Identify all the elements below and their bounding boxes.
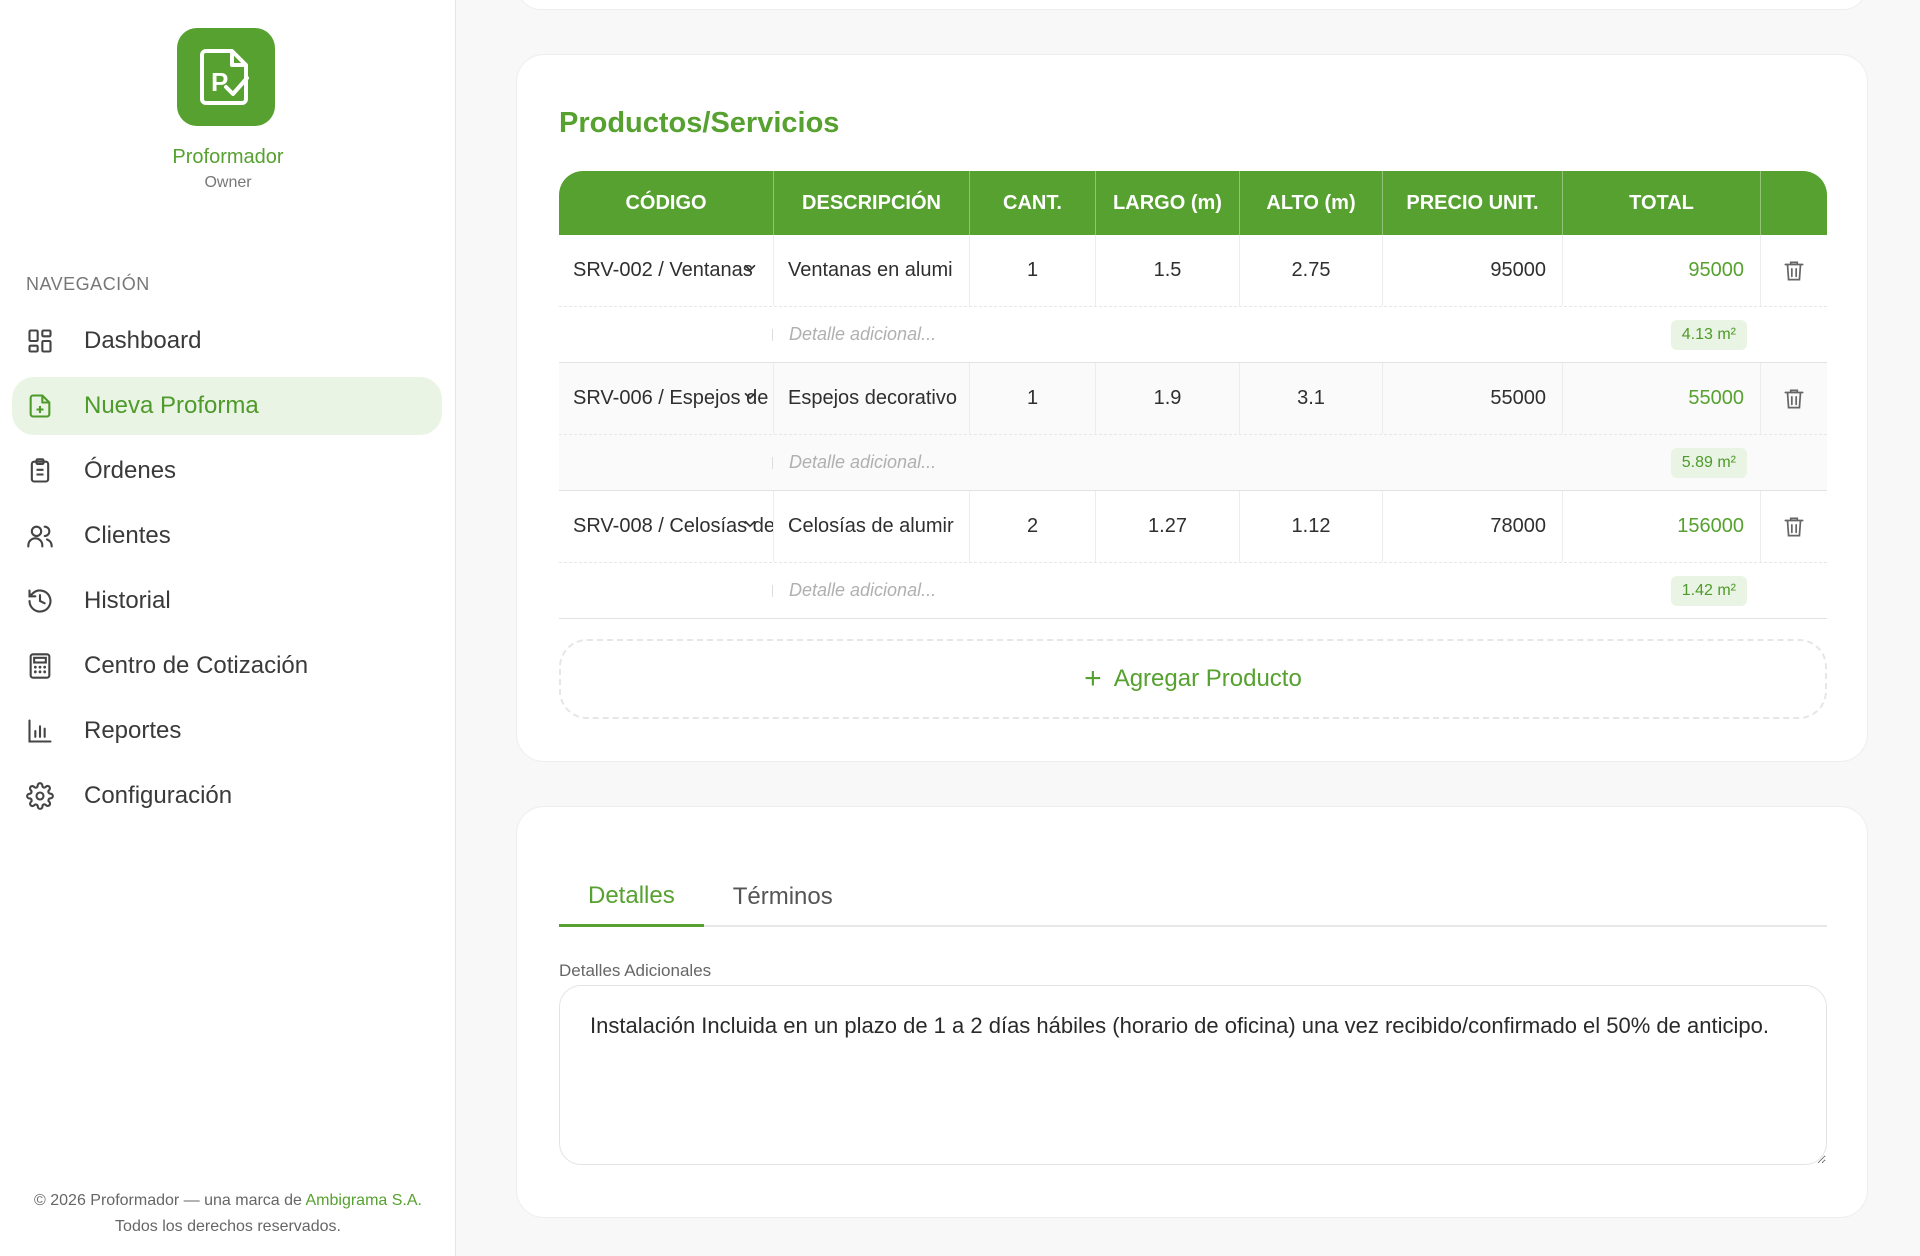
chevron-down-icon xyxy=(744,264,756,272)
sidebar-item-label: Nueva Proforma xyxy=(84,392,259,419)
length-input[interactable]: 1.9 xyxy=(1096,363,1240,434)
table-header: CÓDIGO DESCRIPCIÓN CANT. LARGO (m) ALTO … xyxy=(559,171,1827,235)
sidebar-item-label: Reportes xyxy=(84,717,182,744)
sidebar-item-centro-cotizacion[interactable]: Centro de Cotización xyxy=(12,637,442,695)
tab-terminos[interactable]: Términos xyxy=(704,867,862,927)
column-header-codigo: CÓDIGO xyxy=(559,171,774,235)
file-plus-icon xyxy=(26,392,54,420)
unit-price-input[interactable]: 95000 xyxy=(1383,235,1563,306)
products-table: CÓDIGO DESCRIPCIÓN CANT. LARGO (m) ALTO … xyxy=(559,171,1827,619)
nav-heading: NAVEGACIÓN xyxy=(26,274,150,294)
row-detail: Detalle adicional... 1.42 m² xyxy=(559,563,1827,619)
sidebar-item-label: Centro de Cotización xyxy=(84,652,309,679)
tab-detalles[interactable]: Detalles xyxy=(559,867,704,927)
column-header-cantidad: CANT. xyxy=(970,171,1096,235)
description-input[interactable]: Ventanas en alumi xyxy=(774,235,970,306)
sidebar-item-configuracion[interactable]: Configuración xyxy=(12,767,442,825)
details-card: Detalles Términos Detalles Adicionales I… xyxy=(516,806,1868,1218)
code-select[interactable]: SRV-006 / Espejos de xyxy=(559,363,774,434)
sidebar-item-label: Historial xyxy=(84,587,171,614)
chevron-down-icon xyxy=(744,520,756,528)
brand-name: Proformador xyxy=(172,146,284,168)
products-card: Productos/Servicios CÓDIGO DESCRIPCIÓN C… xyxy=(516,54,1868,762)
row-total: 55000 xyxy=(1563,363,1761,434)
row-detail: Detalle adicional... 5.89 m² xyxy=(559,435,1827,491)
add-product-button[interactable]: + Agregar Producto xyxy=(559,639,1827,719)
sidebar-item-label: Dashboard xyxy=(84,327,202,354)
detail-input[interactable]: Detalle adicional... xyxy=(789,324,936,345)
code-select[interactable]: SRV-008 / Celosías de xyxy=(559,491,774,562)
sidebar-item-nueva-proforma[interactable]: Nueva Proforma xyxy=(12,377,442,435)
add-product-label: Agregar Producto xyxy=(1113,665,1302,692)
detail-input[interactable]: Detalle adicional... xyxy=(789,580,936,601)
quantity-input[interactable]: 1 xyxy=(970,363,1096,434)
details-tabs: Detalles Términos xyxy=(559,867,1827,927)
detail-input[interactable]: Detalle adicional... xyxy=(789,452,936,473)
length-input[interactable]: 1.5 xyxy=(1096,235,1240,306)
code-select[interactable]: SRV-002 / Ventanas xyxy=(559,235,774,306)
logo-letter: P xyxy=(211,67,228,97)
delete-row-button[interactable] xyxy=(1761,235,1827,306)
footer-copyright: © 2026 Proformador — una marca de Ambigr… xyxy=(34,1192,422,1235)
area-badge: 1.42 m² xyxy=(1670,575,1747,606)
column-header-precio: PRECIO UNIT. xyxy=(1383,171,1563,235)
height-input[interactable]: 1.12 xyxy=(1240,491,1383,562)
quantity-input[interactable]: 2 xyxy=(970,491,1096,562)
delete-row-button[interactable] xyxy=(1761,363,1827,434)
gear-icon xyxy=(26,782,54,810)
calculator-icon xyxy=(26,652,54,680)
previous-card xyxy=(516,0,1868,10)
details-textarea[interactable]: Instalación Incluida en un plazo de 1 a … xyxy=(559,985,1827,1165)
dashboard-icon xyxy=(26,327,54,355)
section-title: Productos/Servicios xyxy=(559,107,840,139)
description-input[interactable]: Espejos decorativo xyxy=(774,363,970,434)
column-header-alto: ALTO (m) xyxy=(1240,171,1383,235)
row-total: 156000 xyxy=(1563,491,1761,562)
quantity-input[interactable]: 1 xyxy=(970,235,1096,306)
row-detail: Detalle adicional... 4.13 m² xyxy=(559,307,1827,363)
table-row: SRV-002 / Ventanas Ventanas en alumi 1 1… xyxy=(559,235,1827,307)
column-header-total: TOTAL xyxy=(1563,171,1761,235)
area-badge: 4.13 m² xyxy=(1670,319,1747,350)
sidebar-item-ordenes[interactable]: Órdenes xyxy=(12,442,442,500)
unit-price-input[interactable]: 78000 xyxy=(1383,491,1563,562)
trash-icon xyxy=(1784,260,1804,281)
company-link[interactable]: Ambigrama S.A. xyxy=(306,1192,422,1209)
app-logo[interactable]: P xyxy=(177,28,275,126)
column-header-descripcion: DESCRIPCIÓN xyxy=(774,171,970,235)
sidebar-item-dashboard[interactable]: Dashboard xyxy=(12,312,442,370)
clipboard-icon xyxy=(26,457,54,485)
sidebar-item-label: Clientes xyxy=(84,522,171,549)
column-header-largo: LARGO (m) xyxy=(1096,171,1240,235)
chevron-down-icon xyxy=(744,392,756,400)
history-icon xyxy=(26,587,54,615)
height-input[interactable]: 3.1 xyxy=(1240,363,1383,434)
trash-icon xyxy=(1784,516,1804,537)
trash-icon xyxy=(1784,388,1804,409)
sidebar-item-label: Órdenes xyxy=(84,457,177,484)
nav-list: Dashboard Nueva Proforma Órdenes Cliente… xyxy=(12,312,442,832)
users-icon xyxy=(26,522,54,550)
plus-icon: + xyxy=(1084,662,1102,695)
table-row: SRV-006 / Espejos de Espejos decorativo … xyxy=(559,363,1827,435)
sidebar: P Proformador Owner NAVEGACIÓN Dashboard… xyxy=(0,0,456,1256)
document-check-icon: P xyxy=(200,49,249,105)
table-row: SRV-008 / Celosías de Celosías de alumir… xyxy=(559,491,1827,563)
row-total: 95000 xyxy=(1563,235,1761,306)
area-badge: 5.89 m² xyxy=(1670,447,1747,478)
sidebar-item-reportes[interactable]: Reportes xyxy=(12,702,442,760)
user-role: Owner xyxy=(204,174,252,191)
unit-price-input[interactable]: 55000 xyxy=(1383,363,1563,434)
column-header-actions xyxy=(1761,171,1827,235)
description-input[interactable]: Celosías de alumir xyxy=(774,491,970,562)
bar-chart-icon xyxy=(26,717,54,745)
details-field-label: Detalles Adicionales xyxy=(559,961,712,980)
length-input[interactable]: 1.27 xyxy=(1096,491,1240,562)
sidebar-item-clientes[interactable]: Clientes xyxy=(12,507,442,565)
sidebar-item-historial[interactable]: Historial xyxy=(12,572,442,630)
height-input[interactable]: 2.75 xyxy=(1240,235,1383,306)
sidebar-item-label: Configuración xyxy=(84,782,233,809)
delete-row-button[interactable] xyxy=(1761,491,1827,562)
